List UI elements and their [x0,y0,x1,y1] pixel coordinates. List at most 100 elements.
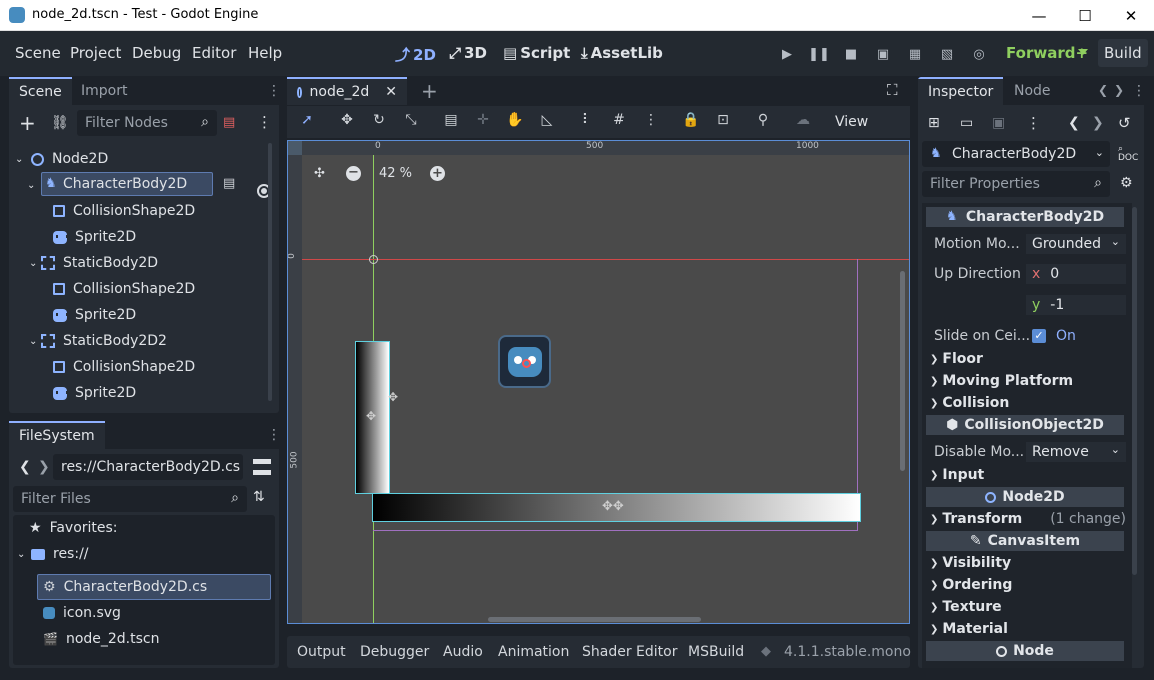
bone-icon[interactable]: ⚲ [749,106,777,134]
section-ordering[interactable]: ❯ Ordering [930,577,1012,593]
history-icon[interactable]: ↺ [1118,114,1131,132]
motion-mode-select[interactable]: Grounded ⌄ [1026,234,1126,254]
link-icon[interactable]: ⛓ [51,115,69,131]
filter-files-input[interactable]: Filter Files ⌕ [13,486,247,512]
node-type-selector[interactable]: ♞ CharacterBody2D ⌄ [922,141,1110,167]
forward-icon[interactable]: ❯ [38,459,50,475]
viewport-2d[interactable]: 0 500 1000 0 500 ✣ − 42 % + ✥ ✥ ✥✥ [287,140,910,624]
tab-node[interactable]: Node [1004,77,1061,105]
menu-debug[interactable]: Debug [132,44,181,62]
chevron-down-icon[interactable]: ⌄ [29,258,41,269]
chevron-down-icon[interactable]: ⌄ [27,180,41,191]
mode-3d-button[interactable]: ⤢ 3D [449,44,487,62]
tab-import[interactable]: Import [71,77,137,105]
play-icon[interactable]: ▶ [774,43,800,65]
back-icon[interactable]: ❮ [19,459,31,475]
tree-row-sprite2d-1[interactable]: Sprite2D [53,224,341,250]
scale-tool-icon[interactable]: ⤡ [397,106,425,134]
particles-icon[interactable]: ☁ [789,106,817,134]
select-tool-icon[interactable]: ➚ [293,106,321,134]
zoom-level[interactable]: 42 % [379,166,412,181]
smart-snap-icon[interactable]: ⠇ [573,106,601,134]
zoom-out-icon[interactable]: − [346,166,361,181]
section-visibility[interactable]: ❯ Visibility [930,555,1011,571]
file-row-node2d-scene[interactable]: 🎬 node_2d.tscn [43,626,160,652]
up-direction-y-field[interactable]: y -1 [1026,295,1126,315]
tree-row-collisionshape2d-3[interactable]: CollisionShape2D [53,354,400,380]
filter-nodes-input[interactable]: Filter Nodes ⌕ [77,110,217,136]
tree-row-staticbody2d2[interactable]: ⌄ StaticBody2D2 [29,328,395,354]
script-clear-icon[interactable]: ▤ [223,115,235,130]
save-icon[interactable]: ▣ [992,115,1005,131]
inspector-scrollbar[interactable] [1132,207,1137,575]
character-sprite[interactable] [498,335,551,388]
tab-output[interactable]: Output [297,636,346,668]
menu-scene[interactable]: Scene [15,44,61,62]
doc-icon[interactable]: ⌕ DOC [1118,145,1138,163]
section-floor[interactable]: ❯ Floor [930,351,983,367]
grid-snap-icon[interactable]: # [605,106,633,134]
view-menu[interactable]: View [835,114,868,130]
minimize-button[interactable]: — [1016,0,1062,31]
section-texture[interactable]: ❯ Texture [930,599,1002,615]
history-forward-icon[interactable]: ❯ [1092,115,1104,131]
favorites-row[interactable]: ★ Favorites: [29,515,118,541]
history-back-icon[interactable]: ❮ [1068,115,1080,131]
sort-icon[interactable]: ⇅ [253,489,265,505]
new-resource-icon[interactable]: ⊞ [928,115,940,131]
section-input[interactable]: ❯ Input [930,467,984,483]
tab-debugger[interactable]: Debugger [360,636,429,668]
tab-shader-editor[interactable]: Shader Editor [582,636,677,668]
more-options-icon[interactable]: ⋮ [267,427,281,443]
disable-mode-select[interactable]: Remove ⌄ [1026,442,1126,462]
chevron-down-icon[interactable] [1078,49,1088,55]
maximize-button[interactable]: ☐ [1062,0,1108,31]
tab-node-2d[interactable]: node_2d ✕ [287,77,407,105]
file-row-icon-svg[interactable]: icon.svg [43,600,121,626]
mode-script-button[interactable]: ▤ Script [503,44,570,62]
menu-editor[interactable]: Editor [192,44,236,62]
section-material[interactable]: ❯ Material [930,621,1008,637]
chevron-left-icon[interactable]: ❮ [1098,83,1108,97]
tree-row-sprite2d-2[interactable]: Sprite2D [53,302,341,328]
menu-help[interactable]: Help [248,44,282,62]
scrollbar[interactable] [268,143,272,401]
up-direction-x-field[interactable]: x0 [1026,264,1126,284]
chevron-down-icon[interactable]: ⌄ [29,336,41,347]
stop-icon[interactable]: ■ [838,43,864,65]
attached-script-icon[interactable]: ▤ [223,176,235,191]
pivot-icon[interactable]: ✛ [469,106,497,134]
fullscreen-icon[interactable]: ⛶ [887,81,898,99]
movie-maker-icon[interactable]: ◎ [966,43,992,65]
tab-scene[interactable]: Scene [9,77,72,105]
vertical-scrollbar[interactable] [900,271,905,471]
chevron-down-icon[interactable]: ⌄ [17,549,31,560]
move-tool-icon[interactable]: ✥ [333,106,361,134]
close-button[interactable]: ✕ [1108,0,1154,31]
more-options-icon[interactable]: ⋮ [267,83,281,99]
chevron-right-icon[interactable]: ❯ [1114,83,1124,97]
tree-row-node2d[interactable]: ⌄ Node2D [15,146,351,172]
filter-properties-input[interactable]: Filter Properties ⌕ [922,171,1110,197]
section-moving-platform[interactable]: ❯ Moving Platform [930,373,1073,389]
checkbox-checked-icon[interactable]: ✓ [1032,329,1046,343]
mode-assetlib-button[interactable]: ⤓ AssetLib [581,44,663,62]
close-tab-icon[interactable]: ✕ [385,84,397,100]
lock-icon[interactable]: 🔒 [677,106,705,134]
tree-row-collisionshape2d-1[interactable]: CollisionShape2D [53,198,400,224]
chevron-down-icon[interactable]: ⌄ [15,154,29,165]
path-input[interactable]: res://CharacterBody2D.cs [53,454,243,480]
open-folder-icon[interactable]: ▭ [960,115,973,131]
res-folder-row[interactable]: ⌄ res:// [17,541,89,567]
tab-inspector[interactable]: Inspector [918,77,1004,105]
snap-options-icon[interactable]: ⋮ [637,106,665,134]
tab-filesystem[interactable]: FileSystem [9,421,105,449]
play-scene-icon[interactable]: ▦ [902,43,928,65]
tree-row-staticbody2d[interactable]: ⌄ StaticBody2D [29,250,387,276]
section-collision[interactable]: ❯ Collision [930,395,1009,411]
tab-audio[interactable]: Audio [443,636,483,668]
tree-row-collisionshape2d-2[interactable]: CollisionShape2D [53,276,400,302]
renderer-select[interactable]: Forward+ [1006,44,1088,62]
menu-project[interactable]: Project [70,44,121,62]
mode-2d-button[interactable]: ⤴ 2D [395,44,436,65]
